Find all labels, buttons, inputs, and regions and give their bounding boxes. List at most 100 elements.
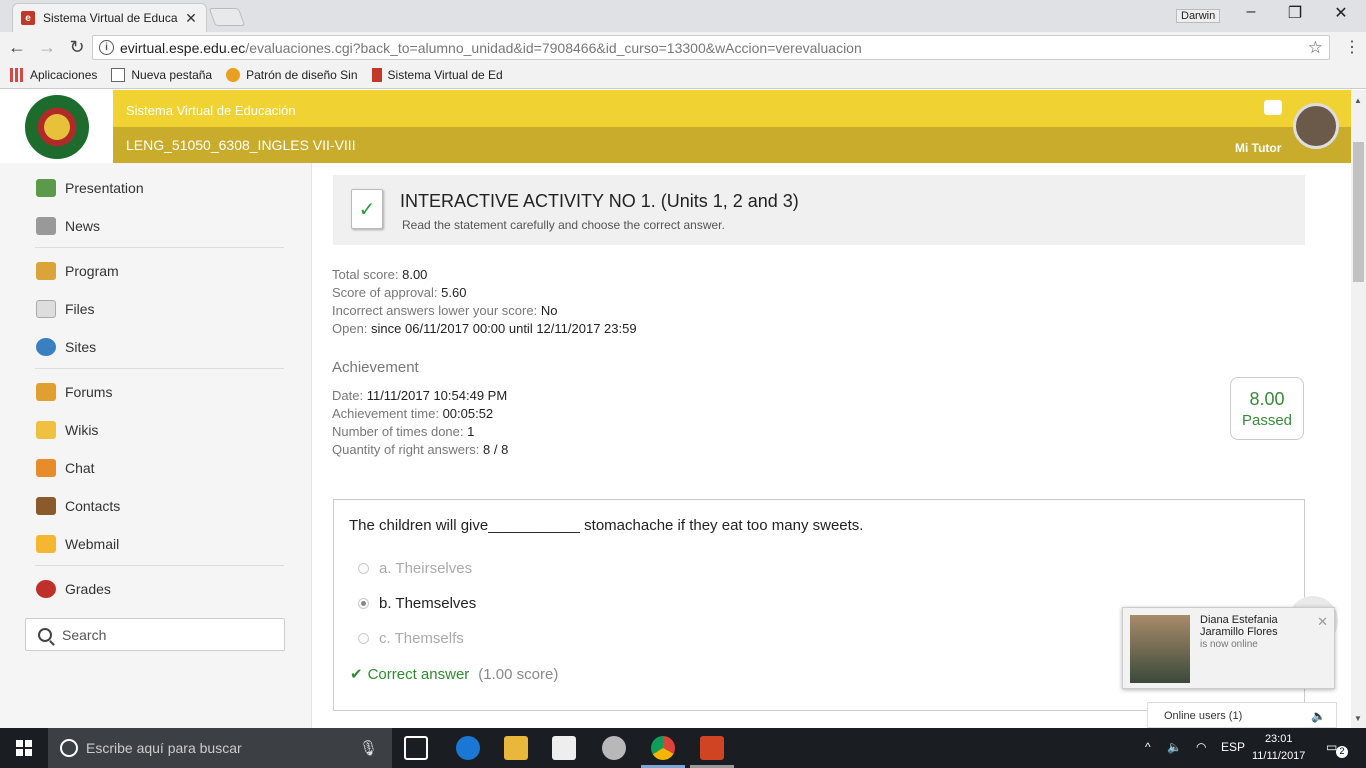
back-icon[interactable]: ← bbox=[4, 37, 30, 58]
site-favicon-icon bbox=[371, 68, 382, 82]
browser-menu-icon[interactable]: ⋮ bbox=[1344, 37, 1360, 57]
question-text: The children will give___________ stomac… bbox=[349, 517, 864, 534]
apps-grid-icon bbox=[10, 68, 24, 82]
tutor-avatar[interactable] bbox=[1293, 103, 1339, 149]
start-button[interactable] bbox=[0, 728, 48, 768]
scrollbar-thumb[interactable] bbox=[1353, 142, 1364, 282]
task-view-icon[interactable] bbox=[404, 736, 428, 760]
browser-tab[interactable]: e Sistema Virtual de Educa ✕ bbox=[12, 3, 207, 32]
browser-toolbar: ← → ↻ i evirtual.espe.edu.ec/evaluacione… bbox=[0, 32, 1366, 62]
wifi-icon[interactable]: ◠ bbox=[1196, 740, 1206, 754]
bookmark-design-pattern[interactable]: Patrón de diseño Sin bbox=[226, 68, 358, 82]
pencil-icon bbox=[36, 421, 56, 439]
volume-icon[interactable]: 🔈 bbox=[1311, 709, 1326, 723]
clock-time: 23:01 bbox=[1264, 733, 1293, 745]
tutor-label[interactable]: Mi Tutor bbox=[1235, 141, 1281, 155]
bookmark-apps[interactable]: Aplicaciones bbox=[10, 68, 97, 82]
answer-option: c. Themselfs bbox=[358, 630, 464, 647]
language-indicator[interactable]: ESP bbox=[1221, 740, 1245, 754]
taskbar-search-placeholder: Escribe aquí para buscar bbox=[86, 740, 242, 756]
score-badge: 8.00 Passed bbox=[1230, 377, 1304, 440]
bookmark-virtual-system[interactable]: Sistema Virtual de Ed bbox=[371, 68, 503, 82]
sidebar-divider bbox=[35, 565, 284, 566]
system-name: Sistema Virtual de Educación bbox=[113, 90, 1351, 127]
radio-button bbox=[358, 563, 369, 574]
envelope-icon bbox=[36, 535, 56, 553]
notification-count: 2 bbox=[1336, 746, 1348, 758]
bookmark-star-icon[interactable]: ☆ bbox=[1308, 38, 1323, 58]
sidebar-item-presentation[interactable]: Presentation bbox=[36, 179, 144, 197]
url-host: evirtual.espe.edu.ec bbox=[120, 39, 246, 56]
site-info-icon[interactable]: i bbox=[99, 40, 114, 55]
cortana-icon bbox=[60, 739, 78, 757]
edge-icon[interactable] bbox=[456, 736, 480, 760]
bookmark-new-tab[interactable]: Nueva pestaña bbox=[111, 68, 212, 82]
address-bar[interactable]: i evirtual.espe.edu.ec/evaluaciones.cgi?… bbox=[92, 35, 1330, 60]
browser-tabstrip: e Sistema Virtual de Educa ✕ Darwin – ❐ … bbox=[0, 0, 1366, 32]
file-explorer-icon[interactable] bbox=[504, 736, 528, 760]
forward-icon[interactable]: → bbox=[34, 37, 60, 58]
approval-score: 5.60 bbox=[441, 285, 467, 300]
sidebar-item-program[interactable]: Program bbox=[36, 262, 119, 280]
speaker-icon[interactable]: 🔈 bbox=[1167, 740, 1182, 754]
achievement-time: 00:05:52 bbox=[442, 406, 494, 421]
close-window-icon[interactable]: ✕ bbox=[1318, 3, 1364, 23]
result-line: ✔ Correct answer (1.00 score) bbox=[350, 665, 559, 684]
store-icon[interactable] bbox=[552, 736, 576, 760]
sidebar-item-files[interactable]: Files bbox=[36, 300, 95, 318]
windows-taskbar: Escribe aquí para buscar 🎙 ^ 🔈 ◠ ESP 23:… bbox=[0, 728, 1366, 768]
app-icon[interactable] bbox=[602, 736, 626, 760]
gear-icon bbox=[226, 68, 241, 82]
result-text: Correct answer bbox=[367, 665, 470, 683]
new-tab-button[interactable] bbox=[208, 8, 246, 26]
taskbar-search[interactable]: Escribe aquí para buscar 🎙 bbox=[48, 728, 392, 768]
powerpoint-icon[interactable] bbox=[700, 736, 724, 760]
pass-status: Passed bbox=[1241, 412, 1293, 429]
sidebar-item-webmail[interactable]: Webmail bbox=[36, 535, 119, 553]
minimize-icon[interactable]: – bbox=[1228, 3, 1274, 21]
sidebar-item-grades[interactable]: Grades bbox=[36, 580, 111, 598]
sidebar-item-chat[interactable]: Chat bbox=[36, 459, 95, 477]
total-score: 8.00 bbox=[402, 267, 428, 282]
achievement-date: 11/11/2017 10:54:49 PM bbox=[366, 388, 508, 403]
restore-icon[interactable]: ❐ bbox=[1272, 3, 1318, 23]
chrome-icon[interactable] bbox=[651, 736, 675, 760]
answer-option-selected: b. Themselves bbox=[358, 595, 476, 612]
site-header: Sistema Virtual de Educación LENG_51050_… bbox=[0, 90, 1351, 163]
right-answers: 8 / 8 bbox=[483, 442, 509, 457]
sidebar-item-contacts[interactable]: Contacts bbox=[36, 497, 120, 515]
sidebar-item-sites[interactable]: Sites bbox=[36, 338, 96, 356]
activity-subtitle: Read the statement carefully and choose … bbox=[402, 218, 725, 232]
news-icon bbox=[36, 217, 56, 235]
files-icon bbox=[36, 300, 56, 318]
activity-title: INTERACTIVE ACTIVITY NO 1. (Units 1, 2 a… bbox=[400, 191, 799, 211]
checkmark-icon: ✔ bbox=[350, 666, 363, 683]
sidebar-divider bbox=[35, 247, 284, 248]
browser-user-badge[interactable]: Darwin bbox=[1176, 9, 1221, 23]
contact-status: is now online bbox=[1200, 639, 1258, 650]
sidebar-item-forums[interactable]: Forums bbox=[36, 383, 112, 401]
scroll-down-icon[interactable]: ▼ bbox=[1354, 714, 1362, 723]
close-tab-icon[interactable]: ✕ bbox=[184, 10, 198, 27]
url-path: /evaluaciones.cgi?back_to=alumno_unidad&… bbox=[245, 39, 862, 56]
result-score: (1.00 score) bbox=[478, 665, 559, 683]
sidebar-item-wikis[interactable]: Wikis bbox=[36, 421, 98, 439]
incorrect-lowers: No bbox=[540, 303, 558, 318]
briefcase-icon[interactable] bbox=[1264, 100, 1282, 115]
online-notification[interactable]: Diana Estefania Jaramillo Flores is now … bbox=[1122, 607, 1335, 689]
sidebar-search-input[interactable]: Search bbox=[25, 618, 285, 651]
reload-icon[interactable]: ↻ bbox=[64, 37, 90, 58]
scroll-up-icon[interactable]: ▲ bbox=[1354, 96, 1362, 105]
microphone-icon[interactable]: 🎙 bbox=[359, 739, 378, 757]
achievement-info: Date: 11/11/2017 10:54:49 PM Achievement… bbox=[332, 388, 509, 457]
sidebar-item-news[interactable]: News bbox=[36, 217, 100, 235]
online-users-label: Online users (1) bbox=[1164, 710, 1243, 722]
close-notification-icon[interactable]: ✕ bbox=[1317, 614, 1328, 630]
espe-logo[interactable] bbox=[24, 94, 89, 159]
tray-chevron-icon[interactable]: ^ bbox=[1145, 740, 1151, 754]
course-name[interactable]: LENG_51050_6308_INGLES VII-VIII bbox=[113, 127, 1351, 163]
online-users-bar[interactable]: Online users (1) 🔈 bbox=[1147, 702, 1337, 728]
score-info: Total score: 8.00 Score of approval: 5.6… bbox=[332, 267, 637, 336]
page-scrollbar[interactable]: ▲ ▼ bbox=[1351, 90, 1366, 728]
system-clock[interactable]: 23:01 11/11/2017 bbox=[1252, 731, 1305, 765]
